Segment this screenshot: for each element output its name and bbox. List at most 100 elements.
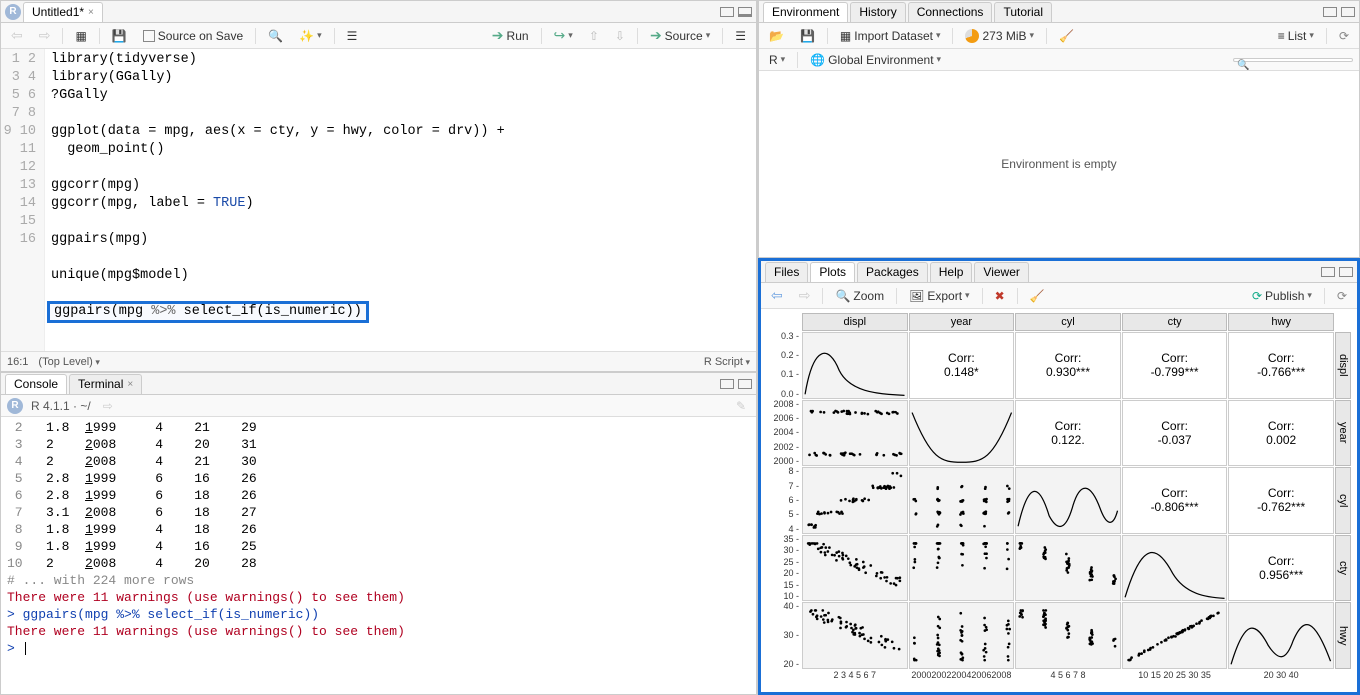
scatter-cell xyxy=(802,400,908,467)
tab-help[interactable]: Help xyxy=(930,262,973,282)
lang-menu[interactable]: R xyxy=(765,52,789,68)
y-axis-ticks: 40 -30 -20 - xyxy=(763,602,801,669)
scatter-cell xyxy=(802,602,908,669)
export-button[interactable]: 🖼 Export xyxy=(905,288,973,304)
row-strip: hwy xyxy=(1335,602,1351,669)
memory-usage[interactable]: 273 MiB xyxy=(961,28,1038,44)
corr-cell: Corr:-0.037 xyxy=(1122,400,1228,467)
scatter-cell xyxy=(802,467,908,534)
pane-window-controls[interactable] xyxy=(720,7,752,17)
source-toolbar: ⇦ ⇨ ▦ 💾 Source on Save 🔍 ✨ ☰ ➔Run ↪ ⇧ ⇩ xyxy=(1,23,756,49)
remove-plot-icon[interactable]: ✖ xyxy=(991,288,1009,304)
scatter-cell xyxy=(1122,602,1228,669)
env-empty-msg: Environment is empty xyxy=(759,71,1359,257)
scope-menu[interactable]: 🌐 Global Environment xyxy=(806,52,945,68)
notebook-icon[interactable]: ☰ xyxy=(343,28,362,44)
tab-plots[interactable]: Plots xyxy=(810,262,855,282)
source-tab[interactable]: Untitled1* × xyxy=(23,2,103,22)
find-icon[interactable]: 🔍 xyxy=(264,28,287,44)
col-header: cyl xyxy=(1015,313,1121,331)
y-axis-ticks: 0.3 -0.2 -0.1 -0.0 - xyxy=(763,332,801,399)
r-version: R 4.1.1 · ~/ xyxy=(31,399,91,413)
fwd-nav-icon[interactable]: ⇨ xyxy=(35,26,55,45)
col-header: year xyxy=(909,313,1015,331)
show-in-new-icon[interactable]: ▦ xyxy=(71,28,90,44)
x-axis-ticks: 20002002200420062008 xyxy=(909,670,1015,688)
line-gutter: 1 2 3 4 5 6 7 8 9 10 11 12 13 14 15 16 xyxy=(1,49,45,351)
outline-icon[interactable]: ☰ xyxy=(731,28,750,44)
cursor-pos: 16:1 xyxy=(7,356,28,368)
row-strip: cyl xyxy=(1335,467,1351,534)
lang-selector[interactable]: R Script xyxy=(704,356,750,368)
y-axis-ticks: 8 -7 -6 -5 -4 - xyxy=(763,467,801,534)
tab-files[interactable]: Files xyxy=(765,262,808,282)
tab-packages[interactable]: Packages xyxy=(857,262,928,282)
x-axis-ticks: 20 30 40 xyxy=(1228,670,1334,688)
x-axis-ticks: 2 3 4 5 6 7 xyxy=(802,670,908,688)
tab-viewer[interactable]: Viewer xyxy=(974,262,1028,282)
load-ws-icon[interactable]: 📂 xyxy=(765,28,788,44)
tab-environment[interactable]: Environment xyxy=(763,2,848,22)
go-up-icon[interactable]: ⇧ xyxy=(585,28,603,44)
x-axis-ticks: 10 15 20 25 30 35 xyxy=(1122,670,1228,688)
import-dataset-button[interactable]: ▦ Import Dataset xyxy=(836,28,945,44)
scatter-cell xyxy=(1015,602,1121,669)
corr-cell: Corr:0.148* xyxy=(909,332,1015,399)
zoom-button[interactable]: 🔍 Zoom xyxy=(831,288,888,304)
x-axis-ticks: 4 5 6 7 8 xyxy=(1015,670,1121,688)
scope-selector[interactable]: (Top Level) xyxy=(38,356,99,368)
scatter-cell xyxy=(909,602,1015,669)
scatter-cell xyxy=(909,535,1015,602)
back-nav-icon[interactable]: ⇦ xyxy=(7,26,27,45)
scatter-cell xyxy=(909,467,1015,534)
next-plot-icon[interactable]: ⇨ xyxy=(795,286,815,305)
broom-icon[interactable]: 🧹 xyxy=(1055,28,1078,44)
col-header: cty xyxy=(1122,313,1228,331)
tab-tutorial[interactable]: Tutorial xyxy=(994,2,1052,22)
corr-cell: Corr:-0.766*** xyxy=(1228,332,1334,399)
row-strip: displ xyxy=(1335,332,1351,399)
pie-icon xyxy=(965,29,979,43)
corr-cell: Corr:0.002 xyxy=(1228,400,1334,467)
tab-console[interactable]: Console xyxy=(5,374,67,394)
corr-cell: Corr:0.122. xyxy=(1015,400,1121,467)
scatter-cell xyxy=(1015,535,1121,602)
pane-window-controls[interactable] xyxy=(1323,7,1355,17)
tab-terminal[interactable]: Terminal× xyxy=(69,374,142,394)
close-icon[interactable]: × xyxy=(88,7,94,18)
tab-title: Untitled1* xyxy=(32,5,84,19)
code-editor[interactable]: library(tidyverse) library(GGally) ?GGal… xyxy=(45,49,756,351)
console-output[interactable]: 2 1.8 1999 4 21 29 3 2 2008 4 20 31 4 2 … xyxy=(1,417,756,694)
y-axis-ticks: 2008 -2006 -2004 -2002 -2000 - xyxy=(763,400,801,467)
close-icon[interactable]: × xyxy=(127,379,133,390)
env-search-input[interactable] xyxy=(1233,58,1353,62)
corr-cell: Corr:-0.762*** xyxy=(1228,467,1334,534)
refresh-icon[interactable]: ⟳ xyxy=(1335,28,1353,44)
r-logo-icon: R xyxy=(7,398,23,414)
clear-console-icon[interactable]: ✎ xyxy=(732,398,750,414)
tab-connections[interactable]: Connections xyxy=(908,2,993,22)
refresh-plot-icon[interactable]: ⟳ xyxy=(1333,288,1351,304)
source-button[interactable]: ➔Source xyxy=(646,26,714,45)
rerun-icon[interactable]: ↪ xyxy=(550,26,577,45)
corr-cell: Corr:-0.806*** xyxy=(1122,467,1228,534)
save-icon[interactable]: 💾 xyxy=(108,28,131,44)
highlighted-code-line: ggpairs(mpg %>% select_if(is_numeric)) xyxy=(47,301,369,323)
corr-cell: Corr:-0.799*** xyxy=(1122,332,1228,399)
go-down-icon[interactable]: ⇩ xyxy=(611,28,629,44)
run-button[interactable]: ➔Run xyxy=(488,26,533,45)
col-header: hwy xyxy=(1228,313,1334,331)
prev-plot-icon[interactable]: ⇦ xyxy=(767,286,787,305)
tab-history[interactable]: History xyxy=(850,2,905,22)
scatter-cell xyxy=(802,535,908,602)
file-type-icon: R xyxy=(5,4,21,20)
pane-window-controls[interactable] xyxy=(1321,267,1353,277)
clear-all-icon[interactable]: 🧹 xyxy=(1026,288,1049,304)
source-on-save-check[interactable]: Source on Save xyxy=(139,28,247,44)
pane-window-controls[interactable] xyxy=(720,379,752,389)
publish-button[interactable]: ⟳ Publish xyxy=(1248,288,1316,304)
save-ws-icon[interactable]: 💾 xyxy=(796,28,819,44)
goto-wd-icon[interactable]: ⇨ xyxy=(99,398,117,414)
view-mode-list[interactable]: ≡ List xyxy=(1274,28,1318,44)
wand-icon[interactable]: ✨ xyxy=(295,28,325,44)
